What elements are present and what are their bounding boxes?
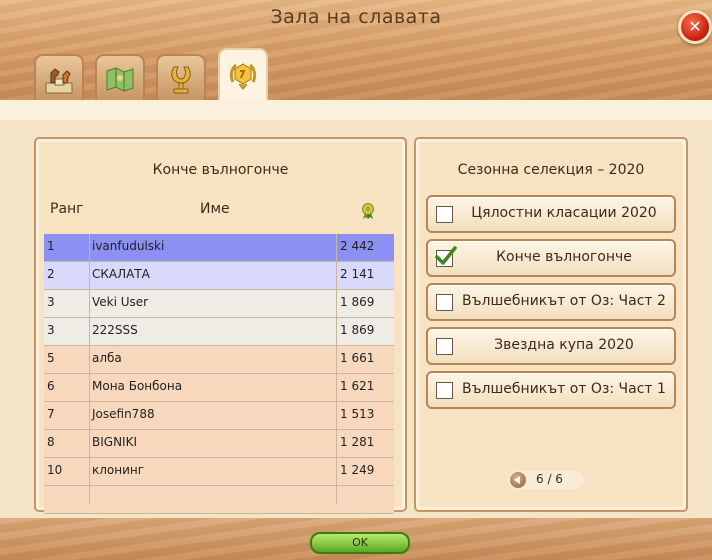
- cell-name: ivanfudulski: [92, 239, 165, 253]
- close-button[interactable]: ✕: [678, 10, 712, 44]
- leaderboard-title: Конче вълногонче: [152, 162, 289, 178]
- season-selection-panel: Сезонна селекция – 2020 Цялостни класаци…: [414, 137, 688, 512]
- checkbox[interactable]: [435, 246, 457, 267]
- selection-item-label: Вълшебникът от Оз: Част 1: [462, 381, 666, 397]
- selection-item-label: Вълшебникът от Оз: Част 2: [462, 293, 666, 309]
- column-name: Име: [200, 201, 230, 217]
- checkmark-icon: [435, 246, 457, 265]
- checkbox[interactable]: [436, 382, 453, 399]
- selection-item-label: Конче вълногонче: [496, 249, 632, 265]
- cell-rank: 10: [47, 463, 63, 477]
- horseshoe-trophy-icon: [171, 66, 191, 94]
- cell-rank: 5: [47, 351, 55, 365]
- selection-item[interactable]: Конче вълногонче: [426, 239, 676, 277]
- cell-score: 1 869: [340, 295, 375, 309]
- tab-horseshoe-trophy[interactable]: [156, 54, 206, 100]
- ok-button[interactable]: OK: [310, 532, 410, 554]
- selection-title: Сезонна селекция – 2020: [457, 162, 645, 178]
- leaderboard-table: 1 ivanfudulski 2 442 2 СКАЛАТА 2 141 3 Veki Use…: [44, 234, 394, 514]
- selection-item[interactable]: Вълшебникът от Оз: Част 1: [426, 371, 676, 409]
- leaderboard-panel: Конче вълногонче Ранг Име 1 ivanfudulski 2…: [34, 137, 407, 514]
- table-row[interactable]: 5 алба 1 661: [44, 346, 394, 374]
- cell-rank: 3: [47, 323, 55, 337]
- page-indicator: 6 / 6: [536, 472, 563, 486]
- prev-page-button[interactable]: [510, 472, 526, 488]
- table-row[interactable]: 6 Мона Бонбона 1 621: [44, 374, 394, 402]
- cell-name: BIGNIKI: [92, 435, 137, 449]
- checkbox[interactable]: [436, 206, 453, 223]
- cell-score: 1 281: [340, 435, 375, 449]
- selection-item[interactable]: Звездна купа 2020: [426, 327, 676, 365]
- column-divider: [336, 234, 337, 504]
- cell-rank: 7: [47, 407, 55, 421]
- cell-name: алба: [92, 351, 122, 365]
- medal-icon: [362, 203, 374, 219]
- cell-score: 1 513: [340, 407, 375, 421]
- table-row[interactable]: [44, 486, 394, 514]
- selection-item-label: Цялостни класации 2020: [471, 205, 657, 221]
- close-icon: ✕: [688, 17, 702, 36]
- cell-name: клонинг: [92, 463, 145, 477]
- window-title: Зала на славата: [270, 6, 442, 28]
- cell-rank: 2: [47, 267, 55, 281]
- checkbox[interactable]: [436, 294, 453, 311]
- pager: 6 / 6: [508, 471, 584, 489]
- cell-score: 1 621: [340, 379, 375, 393]
- tab-laurel-medal[interactable]: [218, 48, 268, 102]
- cell-rank: 8: [47, 435, 55, 449]
- selection-item[interactable]: Цялостни класации 2020: [426, 195, 676, 233]
- cell-name: Мона Бонбона: [92, 379, 183, 393]
- table-row[interactable]: 3 222SSS 1 869: [44, 318, 394, 346]
- tab-map[interactable]: [95, 54, 145, 100]
- table-row[interactable]: 1 ivanfudulski 2 442: [44, 234, 394, 262]
- cell-name: Veki User: [92, 295, 149, 309]
- cell-score: 1 661: [340, 351, 375, 365]
- column-divider: [89, 234, 90, 504]
- checkbox[interactable]: [436, 338, 453, 355]
- cell-score: 2 442: [340, 239, 375, 253]
- cell-score: 1 869: [340, 323, 375, 337]
- selection-item-label: Звездна купа 2020: [494, 337, 634, 353]
- table-row[interactable]: 2 СКАЛАТА 2 141: [44, 262, 394, 290]
- cell-rank: 1: [47, 239, 55, 253]
- table-row[interactable]: 10 клонинг 1 249: [44, 458, 394, 486]
- cell-name: Josefin788: [92, 407, 155, 421]
- table-row[interactable]: 7 Josefin788 1 513: [44, 402, 394, 430]
- cell-score: 2 141: [340, 267, 375, 281]
- column-rank: Ранг: [50, 201, 84, 217]
- tab-horse-podium[interactable]: [34, 54, 84, 100]
- cell-score: 1 249: [340, 463, 375, 477]
- content-strip: [0, 100, 712, 120]
- horse-podium-icon: [45, 68, 73, 94]
- laurel-medal-icon: [229, 63, 257, 90]
- table-row[interactable]: 8 BIGNIKI 1 281: [44, 430, 394, 458]
- cell-name: СКАЛАТА: [92, 267, 150, 281]
- cell-name: 222SSS: [92, 323, 138, 337]
- table-row[interactable]: 3 Veki User 1 869: [44, 290, 394, 318]
- map-icon: [106, 67, 134, 92]
- cell-rank: 3: [47, 295, 55, 309]
- cell-rank: 6: [47, 379, 55, 393]
- selection-item[interactable]: Вълшебникът от Оз: Част 2: [426, 283, 676, 321]
